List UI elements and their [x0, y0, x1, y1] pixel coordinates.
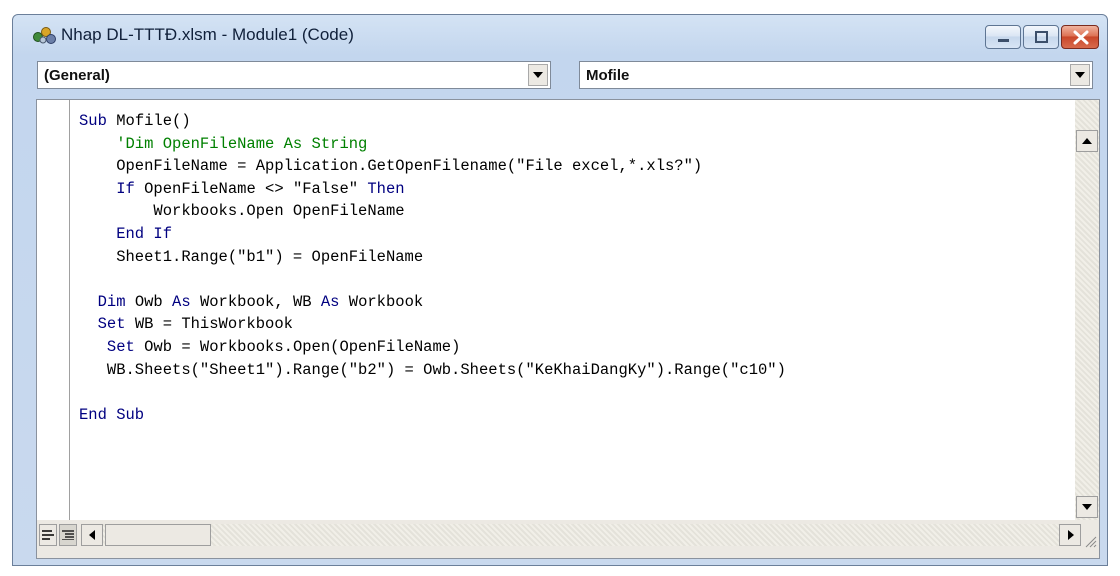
code-line[interactable]: WB.Sheets("Sheet1").Range("b2") = Owb.Sh…: [79, 359, 786, 382]
code-text-segment: OpenFileName = Application.GetOpenFilena…: [79, 157, 703, 176]
horizontal-scrollbar[interactable]: [81, 524, 1081, 546]
code-keyword: End If: [79, 224, 173, 243]
code-line[interactable]: [79, 381, 786, 404]
code-area[interactable]: Sub Mofile() 'Dim OpenFileName As String…: [69, 100, 1075, 520]
procedure-dropdown-button[interactable]: [1070, 64, 1090, 86]
margin-indicator-bar[interactable]: [37, 100, 70, 520]
chevron-down-icon: [1075, 72, 1085, 78]
code-text-segment: Owb = Workbooks.Open(OpenFileName): [144, 337, 461, 356]
object-selector-value: (General): [44, 67, 110, 84]
code-line[interactable]: [79, 268, 786, 291]
code-text-segment: WB.Sheets("Sheet1").Range("b2") = Owb.Sh…: [79, 360, 786, 379]
code-text-segment: Sheet1.Range("b1") = OpenFileName: [79, 247, 424, 266]
code-comment: 'Dim OpenFileName As String: [79, 134, 368, 153]
code-text-segment: Mofile(): [116, 112, 191, 130]
code-line[interactable]: End If: [79, 223, 786, 246]
code-line[interactable]: End Sub: [79, 404, 786, 427]
code-window: Nhap DL-TTTĐ.xlsm - Module1 (Code) (Gene…: [12, 14, 1108, 566]
scroll-right-button[interactable]: [1059, 524, 1081, 546]
resize-grip-icon[interactable]: [1083, 534, 1097, 548]
arrow-left-icon: [89, 530, 95, 540]
window-title: Nhap DL-TTTĐ.xlsm - Module1 (Code): [61, 25, 354, 44]
code-text-segment: Owb: [134, 292, 173, 311]
vertical-scrollbar[interactable]: [1075, 100, 1099, 520]
code-line[interactable]: 'Dim OpenFileName As String: [79, 133, 786, 156]
close-button[interactable]: [1061, 25, 1099, 49]
minimize-button[interactable]: [985, 25, 1021, 49]
procedure-selector-value: Mofile: [586, 67, 630, 84]
code-line[interactable]: Workbooks.Open OpenFileName: [79, 200, 786, 223]
scroll-left-button[interactable]: [81, 524, 103, 546]
code-editor[interactable]: Sub Mofile() 'Dim OpenFileName As String…: [36, 99, 1100, 559]
code-text-segment: Workbooks.Open OpenFileName: [79, 202, 405, 221]
code-line[interactable]: Set WB = ThisWorkbook: [79, 313, 786, 336]
code-text-segment: Workbook, WB: [199, 292, 321, 311]
object-dropdown-button[interactable]: [528, 64, 548, 86]
bottom-bar: [37, 520, 1099, 558]
arrow-down-icon: [1082, 504, 1092, 510]
code-keyword: Then: [367, 179, 405, 198]
code-text-segment: WB = ThisWorkbook: [134, 315, 293, 334]
procedure-view-button[interactable]: [39, 524, 57, 546]
close-icon: [1073, 30, 1089, 45]
maximize-button[interactable]: [1023, 25, 1059, 49]
arrow-right-icon: [1068, 530, 1074, 540]
code-keyword: Sub: [79, 112, 117, 130]
code-line[interactable]: Dim Owb As Workbook, WB As Workbook: [79, 291, 786, 314]
selector-bar: (General) Mofile: [21, 57, 1101, 93]
procedure-view-icon: [42, 530, 54, 540]
code-keyword: As: [320, 292, 349, 311]
code-text-segment: Workbook: [348, 292, 424, 311]
code-line[interactable]: If OpenFileName <> "False" Then: [79, 178, 786, 201]
code-keyword: Dim: [79, 292, 135, 311]
code-keyword: Set: [79, 337, 145, 356]
code-keyword: As: [172, 292, 200, 311]
code-keyword: End Sub: [79, 405, 145, 424]
chevron-down-icon: [533, 72, 543, 78]
code-text-segment: OpenFileName <> "False": [144, 179, 368, 198]
object-selector[interactable]: (General): [37, 61, 551, 89]
code-line[interactable]: Set Owb = Workbooks.Open(OpenFileName): [79, 336, 786, 359]
full-module-view-icon: [62, 530, 74, 540]
vba-project-icon: [31, 25, 59, 45]
procedure-selector[interactable]: Mofile: [579, 61, 1093, 89]
full-module-view-button[interactable]: [59, 524, 77, 546]
horizontal-scroll-thumb[interactable]: [105, 524, 211, 546]
code-keyword: Set: [79, 315, 135, 334]
title-bar[interactable]: Nhap DL-TTTĐ.xlsm - Module1 (Code): [13, 15, 1107, 57]
maximize-icon: [1035, 31, 1048, 43]
code-line[interactable]: Sub Mofile(): [79, 110, 786, 133]
code-line[interactable]: OpenFileName = Application.GetOpenFilena…: [79, 155, 786, 178]
code-text[interactable]: Sub Mofile() 'Dim OpenFileName As String…: [79, 110, 786, 426]
code-keyword: If: [79, 179, 145, 198]
scroll-up-button[interactable]: [1076, 130, 1098, 152]
scroll-down-button[interactable]: [1076, 496, 1098, 518]
code-line[interactable]: Sheet1.Range("b1") = OpenFileName: [79, 246, 786, 269]
minimize-icon: [998, 39, 1009, 42]
arrow-up-icon: [1082, 138, 1092, 144]
